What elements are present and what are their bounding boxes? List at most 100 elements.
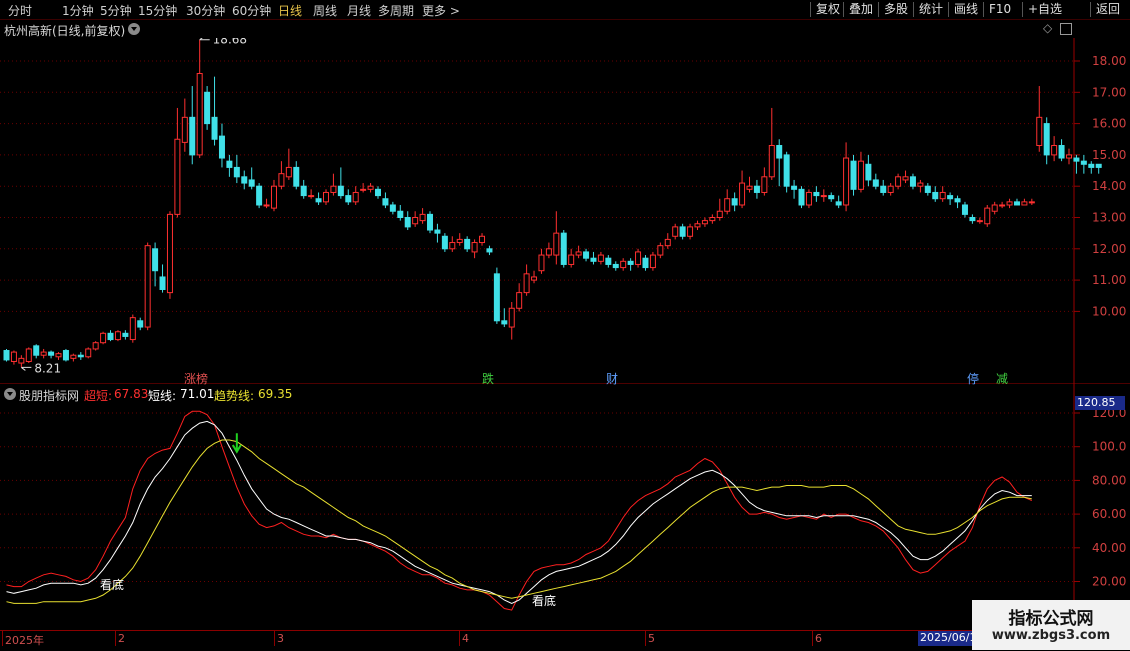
candle-body[interactable] xyxy=(924,185,931,193)
period-tab-0[interactable]: 分时 xyxy=(8,2,32,19)
candle-body[interactable] xyxy=(360,188,367,191)
period-tab-10[interactable]: 更多 > xyxy=(422,2,460,19)
event-tag-1[interactable]: 跌 xyxy=(481,370,495,387)
candle-body[interactable] xyxy=(218,135,225,159)
candle-body[interactable] xyxy=(1051,145,1058,156)
candle-body[interactable] xyxy=(427,213,434,231)
candle-body[interactable] xyxy=(791,185,798,190)
candle-body[interactable] xyxy=(55,353,62,358)
candle-body[interactable] xyxy=(828,195,835,200)
toolbar-button-5[interactable]: F10 xyxy=(985,0,1015,19)
candle-body[interactable] xyxy=(10,351,17,362)
candle-body[interactable] xyxy=(798,188,805,206)
event-tag-2[interactable]: 财 xyxy=(605,370,619,387)
candle-body[interactable] xyxy=(880,185,887,193)
candle-body[interactable] xyxy=(932,191,939,200)
candle-body[interactable] xyxy=(679,226,686,237)
candle-body[interactable] xyxy=(560,232,567,265)
candle-body[interactable] xyxy=(597,254,604,262)
candle-body[interactable] xyxy=(709,217,716,222)
candle-body[interactable] xyxy=(939,191,946,200)
candle-body[interactable] xyxy=(984,207,991,225)
candle-body[interactable] xyxy=(1058,145,1065,159)
event-tag-3[interactable]: 停 xyxy=(966,370,980,387)
candle-body[interactable] xyxy=(152,248,159,272)
candle-body[interactable] xyxy=(1073,157,1080,162)
candle-body[interactable] xyxy=(627,260,634,265)
candle-body[interactable] xyxy=(18,357,25,364)
candle-body[interactable] xyxy=(404,217,411,228)
candle-body[interactable] xyxy=(322,191,329,203)
candle-body[interactable] xyxy=(196,73,203,156)
candle-body[interactable] xyxy=(954,198,961,203)
candle-body[interactable] xyxy=(1043,123,1050,156)
candle-body[interactable] xyxy=(204,91,211,125)
period-tab-1[interactable]: 1分钟 xyxy=(62,2,94,19)
candle-body[interactable] xyxy=(330,185,337,193)
candle-body[interactable] xyxy=(397,210,404,219)
title-dropdown-icon[interactable] xyxy=(128,23,140,35)
candle-body[interactable] xyxy=(211,116,218,140)
candle-body[interactable] xyxy=(114,331,121,341)
candle-body[interactable] xyxy=(1088,163,1095,168)
candle-body[interactable] xyxy=(887,185,894,193)
period-tab-5[interactable]: 60分钟 xyxy=(232,2,271,19)
panel-layout-icon[interactable] xyxy=(1060,23,1072,35)
candle-body[interactable] xyxy=(382,198,389,206)
candle-body[interactable] xyxy=(523,273,530,294)
candle-body[interactable] xyxy=(612,263,619,269)
candle-body[interactable] xyxy=(1013,201,1020,206)
candle-body[interactable] xyxy=(189,116,196,156)
candle-body[interactable] xyxy=(947,195,954,200)
candle-body[interactable] xyxy=(531,276,538,281)
candle-body[interactable] xyxy=(620,260,627,269)
candle-body[interactable] xyxy=(248,179,255,187)
candle-body[interactable] xyxy=(635,251,642,265)
candle-body[interactable] xyxy=(768,145,775,178)
candle-body[interactable] xyxy=(419,213,426,222)
candle-body[interactable] xyxy=(746,185,753,190)
candle-body[interactable] xyxy=(263,204,270,207)
toolbar-button-6[interactable]: +自选 xyxy=(1024,0,1066,19)
candle-body[interactable] xyxy=(375,188,381,197)
candle-body[interactable] xyxy=(226,160,233,168)
candle-body[interactable] xyxy=(501,320,508,325)
candle-body[interactable] xyxy=(1021,201,1028,206)
candle-body[interactable] xyxy=(181,116,188,143)
candle-body[interactable] xyxy=(969,217,976,222)
candle-body[interactable] xyxy=(315,198,322,203)
candle-body[interactable] xyxy=(724,198,731,212)
candle-body[interactable] xyxy=(657,245,664,256)
candle-body[interactable] xyxy=(233,166,240,178)
candle-body[interactable] xyxy=(449,242,456,250)
candle-body[interactable] xyxy=(166,213,173,294)
toolbar-button-0[interactable]: 复权 xyxy=(812,0,844,19)
candlestick-chart[interactable]: 18.00 17.00 16.00 15.00 14.00 13.00 12.00 11.00… xyxy=(0,38,1130,384)
period-tab-4[interactable]: 30分钟 xyxy=(186,2,225,19)
candle-body[interactable] xyxy=(687,226,694,237)
candle-body[interactable] xyxy=(144,245,151,328)
candle-body[interactable] xyxy=(174,138,181,215)
indicator-series-line-2[interactable] xyxy=(6,439,1032,604)
indicator-series-line-0[interactable] xyxy=(6,410,1033,611)
candle-body[interactable] xyxy=(508,307,515,328)
candle-body[interactable] xyxy=(389,204,396,212)
candle-body[interactable] xyxy=(805,191,812,206)
candle-body[interactable] xyxy=(976,220,983,223)
candle-body[interactable] xyxy=(902,176,909,181)
candle-body[interactable] xyxy=(553,232,560,256)
candle-body[interactable] xyxy=(605,257,612,265)
candle-body[interactable] xyxy=(672,226,679,237)
candle-body[interactable] xyxy=(159,276,166,290)
candle-body[interactable] xyxy=(1080,160,1087,165)
candle-body[interactable] xyxy=(3,350,10,361)
candle-body[interactable] xyxy=(479,235,486,244)
candle-body[interactable] xyxy=(293,166,300,187)
period-tab-9[interactable]: 多周期 xyxy=(378,2,414,19)
candle-body[interactable] xyxy=(1006,201,1013,206)
candle-body[interactable] xyxy=(753,185,760,193)
candle-body[interactable] xyxy=(664,238,671,247)
candle-body[interactable] xyxy=(278,173,285,187)
candle-body[interactable] xyxy=(441,235,448,250)
candle-body[interactable] xyxy=(545,248,552,256)
